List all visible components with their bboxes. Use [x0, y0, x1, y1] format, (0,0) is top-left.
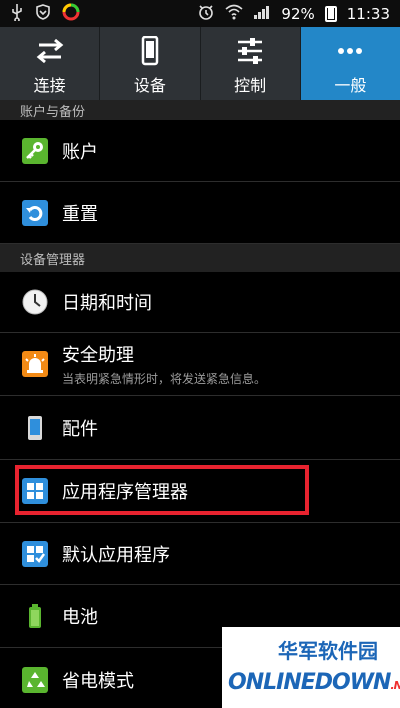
item-subtitle: 当表明紧急情形时，将发送紧急信息。: [62, 372, 267, 386]
item-title: 账户: [62, 141, 98, 163]
grid-icon: [22, 478, 48, 504]
watermark-en: ONLINEDOWN.NET: [228, 670, 400, 695]
item-title: 配件: [62, 418, 98, 440]
phone-icon: [133, 35, 167, 66]
item-title: 省电模式: [62, 670, 134, 692]
item-title: 重置: [62, 203, 98, 225]
device-icon: [22, 415, 48, 441]
tab-connections[interactable]: 连接: [0, 27, 101, 100]
list-item-account[interactable]: 账户: [0, 120, 400, 182]
settings-tab-bar: 连接 设备 控制 一般: [0, 27, 400, 100]
list-item-reset[interactable]: 重置: [0, 182, 400, 244]
item-title: 应用程序管理器: [62, 482, 188, 503]
tab-controls[interactable]: 控制: [201, 27, 301, 100]
alarm-light-icon: [22, 351, 48, 377]
reset-icon: [22, 199, 48, 226]
clock-icon: [22, 289, 48, 315]
watermark-o: O: [228, 670, 247, 695]
list-item-default-applications[interactable]: 默认应用程序: [0, 523, 400, 585]
section-header-account-backup: 账户与备份: [0, 100, 400, 120]
wifi-icon: [225, 4, 243, 23]
status-bar-right: 92% 11:33: [197, 3, 390, 24]
list-item-application-manager[interactable]: 应用程序管理器: [0, 460, 400, 523]
more-dots-icon: [333, 36, 367, 66]
item-title: 日期和时间: [62, 293, 152, 314]
battery-icon: [324, 5, 337, 22]
status-time: 11:33: [346, 4, 390, 23]
sliders-icon: [233, 36, 267, 66]
tab-device[interactable]: 设备: [100, 27, 201, 100]
item-title: 默认应用程序: [62, 544, 170, 566]
watermark-cn: 华军软件园: [278, 639, 378, 663]
item-title: 安全助理: [62, 345, 134, 366]
battery-item-icon: [22, 603, 48, 629]
item-text-group: 安全助理 当表明紧急情形时，将发送紧急信息。: [62, 341, 266, 387]
shield-icon: [34, 3, 52, 24]
tab-label: 一般: [334, 75, 367, 95]
tab-label: 连接: [33, 75, 66, 95]
signal-icon: [253, 4, 271, 23]
usb-icon: [10, 3, 24, 24]
recycle-icon: [22, 666, 48, 693]
watermark-en-main: NLINEDOWN: [245, 670, 392, 695]
key-icon: [22, 137, 48, 164]
tab-label: 设备: [133, 75, 166, 95]
watermark-net: .NET: [390, 679, 400, 692]
settings-list: 账户与备份 账户 重置 设备管理器 日期和时间 安全助理 当表明紧急情形时，将发…: [0, 100, 400, 708]
list-item-safety-assistance[interactable]: 安全助理 当表明紧急情形时，将发送紧急信息。: [0, 333, 400, 396]
swap-arrows-icon: [33, 36, 67, 66]
watermark-logo: 华军软件园 ONLINEDOWN.NET: [222, 627, 400, 708]
item-title: 电池: [62, 607, 98, 628]
tab-label: 控制: [234, 75, 267, 95]
tab-general[interactable]: 一般: [300, 27, 400, 100]
battery-percent: 92%: [281, 4, 315, 23]
list-item-accessories[interactable]: 配件: [0, 396, 400, 460]
list-item-date-time[interactable]: 日期和时间: [0, 272, 400, 333]
alarm-icon: [197, 3, 215, 24]
section-header-device-manager: 设备管理器: [0, 244, 400, 272]
grid-check-icon: [22, 540, 48, 567]
status-bar: 92% 11:33: [0, 0, 400, 27]
status-bar-left: [10, 3, 80, 24]
app-icon: [62, 3, 80, 24]
